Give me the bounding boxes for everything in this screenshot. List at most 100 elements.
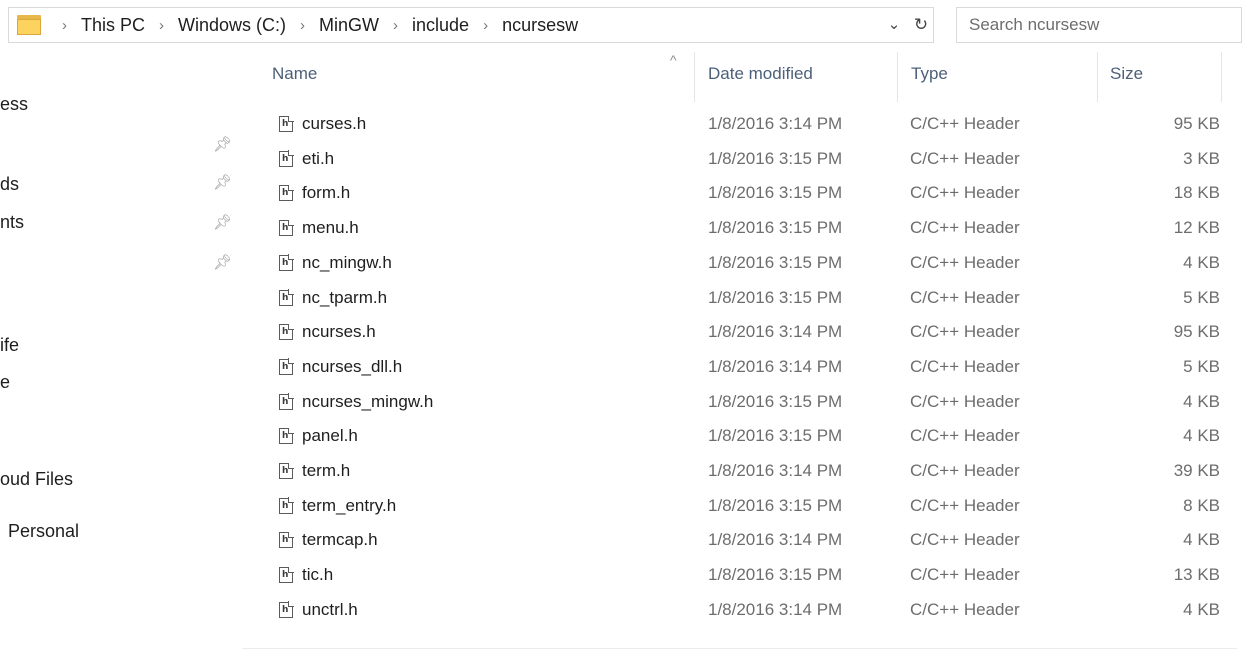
pin-icon[interactable]: 📌︎ [213,253,232,271]
file-size: 4 KB [1183,599,1220,619]
file-name: curses.h [302,114,367,133]
toolbar: › This PC › Windows (C:) › MinGW › inclu… [0,0,1252,50]
file-name: termcap.h [302,530,378,550]
folder-icon [17,15,43,35]
file-name: form.h [302,183,351,203]
file-row[interactable]: h curses.h 1/8/2016 3:14 PM C/C++ Header 95 … [242,107,1232,141]
chevron-right-icon[interactable]: › [291,17,314,34]
file-size: 5 KB [1183,287,1220,307]
divider [242,648,1237,649]
file-name: tic.h [302,565,334,585]
file-date-modified: 1/8/2016 3:14 PM [708,461,843,480]
file-row[interactable]: h nc_mingw.h 1/8/2016 3:15 PM C/C++ Header 4… [242,246,1232,280]
nav-item-life[interactable]: ife [0,335,19,356]
column-divider[interactable] [694,52,695,102]
header-file-icon: h [279,115,294,132]
file-row[interactable]: h unctrl.h 1/8/2016 3:14 PM C/C++ Header 4 K… [242,593,1232,627]
header-file-icon: h [279,289,294,306]
header-file-icon: h [279,254,294,271]
file-row[interactable]: h nc_tparm.h 1/8/2016 3:15 PM C/C++ Header 5… [242,281,1232,315]
file-type: C/C++ Header [910,218,1020,238]
file-row[interactable]: h ncurses.h 1/8/2016 3:14 PM C/C++ Header 95… [242,315,1232,349]
file-name: ncurses_dll.h [302,356,403,376]
column-header-name[interactable]: Name [272,64,317,84]
pin-icon[interactable]: 📌︎ [213,173,232,191]
file-type: C/C++ Header [910,356,1020,376]
column-header-size[interactable]: Size [1110,64,1143,84]
file-date-modified: 1/8/2016 3:15 PM [708,252,843,272]
file-row[interactable]: h term.h 1/8/2016 3:14 PM C/C++ Header 39 KB [242,454,1232,488]
breadcrumb-include[interactable]: include [407,15,474,36]
file-size: 39 KB [1173,461,1220,480]
file-type: C/C++ Header [910,530,1020,550]
column-header-type[interactable]: Type [911,64,948,84]
chevron-right-icon[interactable]: › [474,17,497,34]
column-divider[interactable] [1221,52,1222,102]
header-file-icon: h [279,219,294,237]
chevron-right-icon[interactable]: › [150,17,173,34]
breadcrumb-this-pc[interactable]: This PC [76,15,150,36]
file-date-modified: 1/8/2016 3:15 PM [708,218,843,238]
file-size: 4 KB [1183,530,1220,550]
file-row[interactable]: h termcap.h 1/8/2016 3:14 PM C/C++ Header 4 … [242,523,1232,557]
nav-item-downloads[interactable]: ds [0,174,19,195]
file-date-modified: 1/8/2016 3:15 PM [708,495,843,515]
file-row[interactable]: h panel.h 1/8/2016 3:15 PM C/C++ Header 4 KB [242,419,1232,453]
file-name: nc_tparm.h [302,287,388,307]
file-date-modified: 1/8/2016 3:14 PM [708,322,843,342]
file-type: C/C++ Header [910,148,1020,168]
file-date-modified: 1/8/2016 3:15 PM [708,391,843,411]
file-date-modified: 1/8/2016 3:15 PM [708,426,843,446]
file-row[interactable]: h term_entry.h 1/8/2016 3:15 PM C/C++ Heade… [242,489,1232,523]
file-date-modified: 1/8/2016 3:15 PM [708,287,843,307]
search-input[interactable] [956,7,1242,43]
nav-item-e[interactable]: e [0,372,10,393]
refresh-icon[interactable]: ↻ [909,14,933,36]
file-type: C/C++ Header [910,599,1020,619]
nav-item-documents[interactable]: nts [0,212,24,233]
header-file-icon: h [279,462,294,479]
pin-icon[interactable]: 📌︎ [213,213,232,231]
column-divider[interactable] [897,52,898,102]
navigation-pane: ess 📌︎ ds 📌︎ nts 📌︎ 📌︎ ife e oud Files P… [0,52,242,659]
file-row[interactable]: h eti.h 1/8/2016 3:15 PM C/C++ Header 3 KB [242,142,1232,176]
nav-item-personal[interactable]: Personal [8,521,79,542]
file-date-modified: 1/8/2016 3:15 PM [708,183,843,203]
file-name: menu.h [302,218,359,238]
file-size: 18 KB [1173,183,1220,203]
header-file-icon: h [279,150,294,167]
file-size: 4 KB [1183,391,1220,411]
column-header-date-modified[interactable]: Date modified [708,64,813,84]
pin-icon[interactable]: 📌︎ [213,135,232,153]
file-row[interactable]: h form.h 1/8/2016 3:15 PM C/C++ Header 18 KB [242,176,1232,210]
file-row[interactable]: h menu.h 1/8/2016 3:15 PM C/C++ Header 12 KB [242,211,1232,245]
breadcrumb-windows-c[interactable]: Windows (C:) [173,15,291,36]
file-row[interactable]: h ncurses_dll.h 1/8/2016 3:14 PM C/C++ Head… [242,350,1232,384]
file-date-modified: 1/8/2016 3:14 PM [708,114,843,133]
breadcrumb-mingw[interactable]: MinGW [314,15,384,36]
header-file-icon: h [279,566,294,584]
nav-item-cloud-files[interactable]: oud Files [0,469,73,490]
header-file-icon: h [279,358,294,375]
chevron-down-icon[interactable]: ⌄ [883,14,905,36]
file-list: ^ Name Date modified Type Size h curses.h… [242,52,1242,652]
breadcrumb-ncursesw[interactable]: ncursesw [497,15,583,36]
address-bar[interactable]: › This PC › Windows (C:) › MinGW › inclu… [8,7,934,43]
header-file-icon: h [279,393,294,410]
file-row[interactable]: h ncurses_mingw.h 1/8/2016 3:15 PM C/C++ He… [242,385,1232,419]
chevron-right-icon[interactable]: › [53,17,76,34]
file-row[interactable]: h tic.h 1/8/2016 3:15 PM C/C++ Header 13 KB [242,558,1232,592]
file-type: C/C++ Header [910,183,1020,203]
file-name: term.h [302,461,351,480]
file-size: 5 KB [1183,356,1220,376]
file-name: panel.h [302,426,358,446]
file-name: term_entry.h [302,495,397,515]
header-file-icon: h [279,601,294,618]
file-type: C/C++ Header [910,114,1020,133]
nav-item-quick-access[interactable]: ess [0,94,28,115]
file-name: nc_mingw.h [302,252,392,272]
column-divider[interactable] [1097,52,1098,102]
file-date-modified: 1/8/2016 3:14 PM [708,530,843,550]
file-date-modified: 1/8/2016 3:15 PM [708,148,843,168]
chevron-right-icon[interactable]: › [384,17,407,34]
